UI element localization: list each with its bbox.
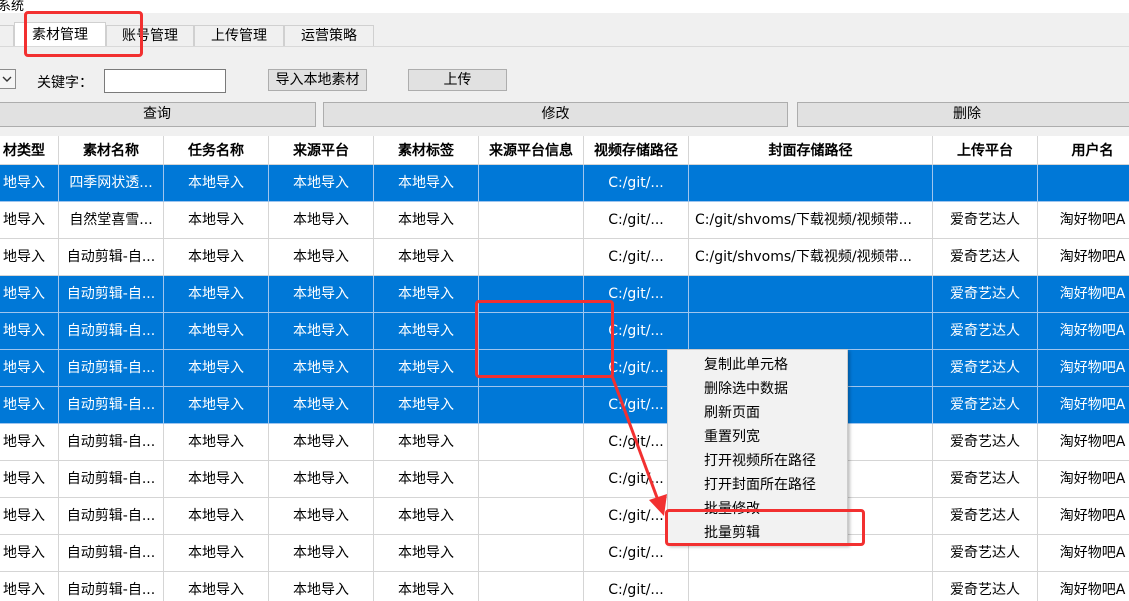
annotation-arrow <box>610 375 667 516</box>
